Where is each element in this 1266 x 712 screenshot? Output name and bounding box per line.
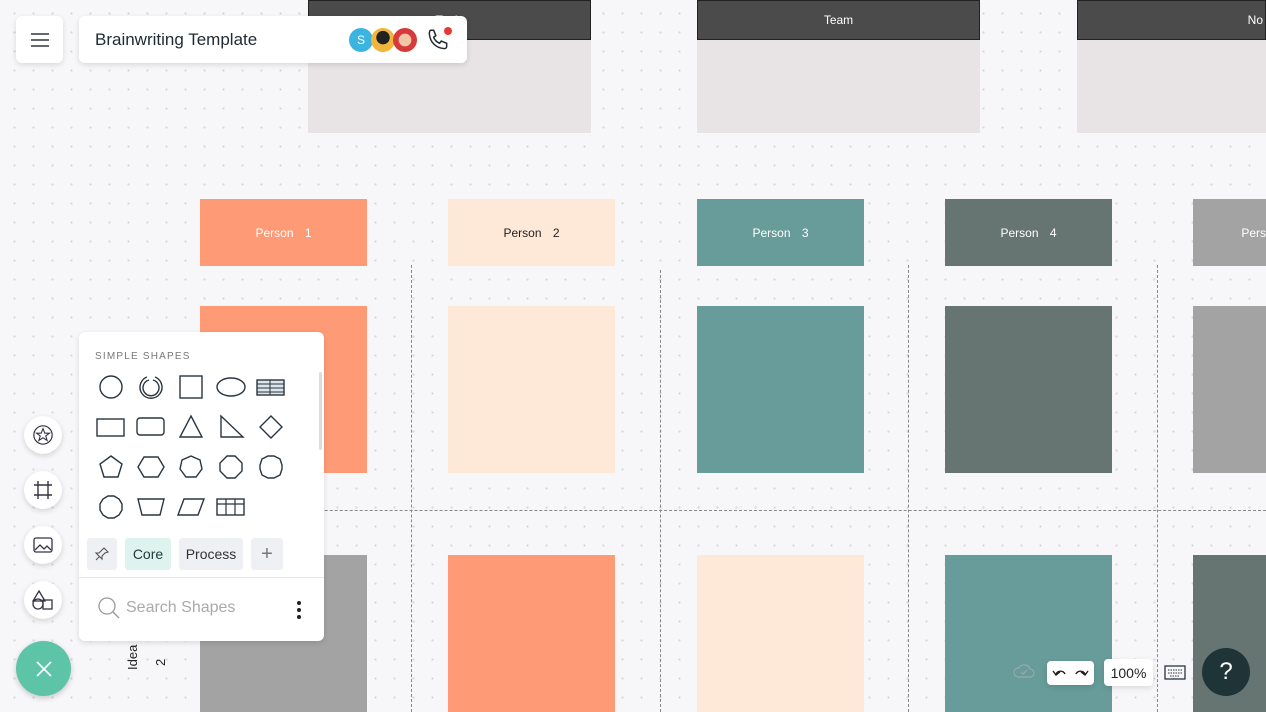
image-button[interactable]	[24, 526, 62, 564]
frame-button[interactable]	[24, 471, 62, 509]
redo-icon[interactable]	[1074, 666, 1090, 680]
search-shapes[interactable]: Search Shapes	[97, 596, 235, 620]
shapes-icon	[31, 589, 53, 610]
divider	[660, 270, 661, 712]
more-options-icon[interactable]	[296, 600, 302, 620]
call-button[interactable]	[425, 26, 452, 53]
ring-shape[interactable]	[131, 367, 171, 407]
diamond-shape[interactable]	[251, 407, 291, 447]
idea-sticky[interactable]	[1193, 306, 1266, 473]
rectangle-shape[interactable]	[91, 407, 131, 447]
person-card[interactable]: Person 3	[697, 199, 864, 266]
templates-button[interactable]	[24, 416, 62, 454]
idea-sticky[interactable]	[448, 555, 615, 712]
search-icon	[98, 597, 120, 619]
undo-icon[interactable]	[1051, 666, 1067, 680]
call-indicator	[444, 26, 452, 35]
keyboard-icon[interactable]	[1164, 665, 1186, 680]
column-header-3[interactable]: No	[1077, 0, 1266, 40]
divider	[1157, 265, 1158, 712]
title-bar: Brainwriting Template S	[79, 16, 467, 63]
dodecagon-shape[interactable]	[91, 487, 131, 527]
pin-icon	[94, 547, 110, 561]
library-tabs: Core Process +	[87, 538, 291, 570]
hamburger-icon	[30, 32, 49, 47]
row-label-word: Idea	[125, 644, 140, 670]
triangle-shape[interactable]	[171, 407, 211, 447]
shapes-button[interactable]	[24, 581, 62, 619]
star-badge-icon	[33, 425, 53, 445]
cloud-saved-icon	[1013, 664, 1035, 678]
idea-sticky[interactable]	[945, 306, 1112, 473]
scrollbar[interactable]	[319, 372, 322, 450]
pentagon-shape[interactable]	[91, 447, 131, 487]
close-icon	[35, 660, 52, 677]
column-header-label: No	[1247, 13, 1263, 27]
column-body-3[interactable]	[1077, 40, 1266, 133]
decagon-shape[interactable]	[251, 447, 291, 487]
row-label: Idea 2	[125, 644, 168, 670]
divider	[180, 510, 1266, 511]
ellipse-shape[interactable]	[211, 367, 251, 407]
column-body-team[interactable]	[697, 40, 980, 133]
frame-icon	[34, 481, 52, 499]
row-label-number: 2	[153, 658, 168, 666]
tab-process[interactable]: Process	[179, 538, 243, 570]
avatar[interactable]: S	[349, 27, 373, 52]
panel-divider	[79, 577, 324, 578]
right-triangle-shape[interactable]	[211, 407, 251, 447]
shape-grid	[91, 367, 316, 527]
image-icon	[33, 537, 53, 553]
avatar[interactable]	[371, 27, 395, 52]
document-title[interactable]: Brainwriting Template	[95, 30, 349, 50]
zoom-level[interactable]: 100%	[1104, 659, 1153, 686]
help-button[interactable]: ?	[1202, 648, 1250, 696]
avatar[interactable]	[393, 27, 417, 52]
divider	[908, 265, 909, 712]
rounded-rectangle-shape[interactable]	[131, 407, 171, 447]
column-header-team[interactable]: Team	[697, 0, 980, 40]
trapezoid-shape[interactable]	[131, 487, 171, 527]
search-input[interactable]: Search Shapes	[126, 599, 235, 617]
person-card[interactable]: Person 1	[200, 199, 367, 266]
shapes-panel: SIMPLE SHAPES Core Process + Search Shap…	[79, 332, 324, 641]
idea-sticky[interactable]	[448, 306, 615, 473]
parallelogram-shape[interactable]	[171, 487, 211, 527]
menu-button[interactable]	[16, 16, 63, 63]
idea-sticky[interactable]	[697, 306, 864, 473]
octagon-shape[interactable]	[211, 447, 251, 487]
person-card[interactable]: Person 4	[945, 199, 1112, 266]
close-fab[interactable]	[16, 641, 71, 696]
tab-core[interactable]: Core	[125, 538, 171, 570]
heptagon-shape[interactable]	[171, 447, 211, 487]
section-title: SIMPLE SHAPES	[95, 351, 191, 362]
idea-sticky[interactable]	[945, 555, 1112, 712]
hexagon-shape[interactable]	[131, 447, 171, 487]
person-card[interactable]: Person 2	[448, 199, 615, 266]
circle-shape[interactable]	[91, 367, 131, 407]
pin-button[interactable]	[87, 538, 117, 570]
divider	[411, 265, 412, 712]
grid-table-shape[interactable]	[211, 487, 251, 527]
table-shape[interactable]	[251, 367, 291, 407]
person-card[interactable]: Pers	[1193, 199, 1266, 266]
square-shape[interactable]	[171, 367, 211, 407]
idea-sticky[interactable]	[697, 555, 864, 712]
add-library-button[interactable]: +	[251, 538, 283, 570]
undo-redo-group	[1047, 661, 1094, 685]
